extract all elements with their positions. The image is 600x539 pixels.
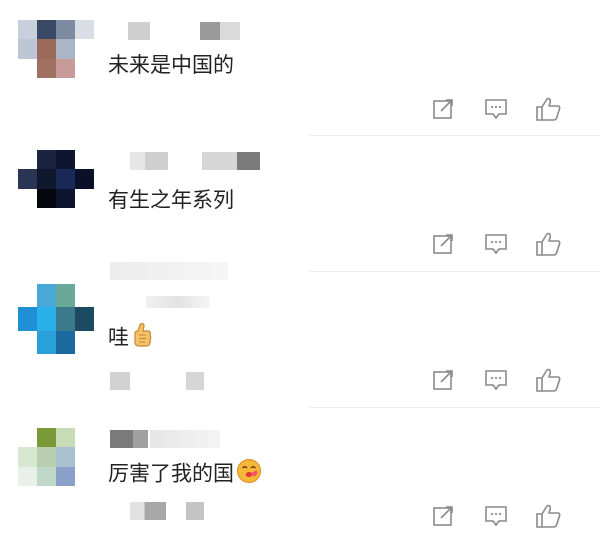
meta-obscured bbox=[130, 502, 166, 520]
meta-obscured bbox=[186, 502, 204, 520]
avatar[interactable] bbox=[18, 20, 94, 78]
username-obscured bbox=[200, 22, 240, 40]
username-obscured[interactable] bbox=[110, 262, 228, 280]
comment-item: 厉害了我的国 bbox=[0, 408, 600, 539]
like-icon[interactable] bbox=[534, 96, 562, 122]
reply-icon[interactable] bbox=[482, 367, 510, 393]
comment-actions bbox=[430, 367, 580, 393]
reply-icon[interactable] bbox=[482, 96, 510, 122]
comment-text: 厉害了我的国 bbox=[108, 458, 262, 491]
username-obscured[interactable] bbox=[110, 430, 148, 448]
reply-icon[interactable] bbox=[482, 231, 510, 257]
username-obscured[interactable] bbox=[130, 152, 168, 170]
username-obscured bbox=[202, 152, 260, 170]
username-obscured bbox=[150, 430, 220, 448]
username-obscured[interactable] bbox=[128, 22, 150, 40]
avatar[interactable] bbox=[18, 150, 94, 208]
username-obscured bbox=[146, 296, 210, 308]
avatar[interactable] bbox=[18, 428, 94, 486]
comment-actions bbox=[430, 231, 580, 257]
like-icon[interactable] bbox=[534, 367, 562, 393]
like-icon[interactable] bbox=[534, 503, 562, 529]
thumbs-up-emoji bbox=[131, 322, 153, 355]
comment-text-content: 厉害了我的国 bbox=[108, 461, 234, 486]
meta-obscured bbox=[110, 372, 130, 390]
comment-text: 哇 bbox=[108, 322, 153, 355]
comment-item: 哇 bbox=[0, 262, 600, 408]
share-icon[interactable] bbox=[430, 367, 458, 393]
comment-text-content: 哇 bbox=[108, 325, 129, 350]
share-icon[interactable] bbox=[430, 503, 458, 529]
share-icon[interactable] bbox=[430, 231, 458, 257]
reply-icon[interactable] bbox=[482, 503, 510, 529]
meta-obscured bbox=[186, 372, 204, 390]
comment-item: 有生之年系列 bbox=[0, 136, 600, 272]
comment-text: 有生之年系列 bbox=[108, 188, 234, 212]
comment-item: 未来是中国的 bbox=[0, 0, 600, 136]
like-icon[interactable] bbox=[534, 231, 562, 257]
avatar[interactable] bbox=[18, 284, 94, 354]
share-icon[interactable] bbox=[430, 96, 458, 122]
comment-text: 未来是中国的 bbox=[108, 53, 234, 77]
kiss-face-emoji bbox=[236, 458, 262, 491]
comment-actions bbox=[430, 503, 580, 529]
comment-actions bbox=[430, 96, 580, 122]
